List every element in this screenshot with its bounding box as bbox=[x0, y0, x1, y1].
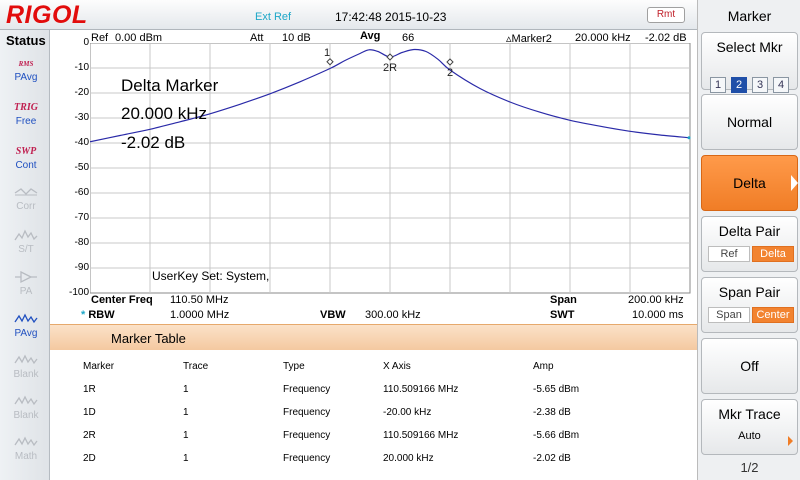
vbw-label: VBW bbox=[320, 309, 346, 321]
delta-pair-button[interactable]: Delta Pair Ref Delta bbox=[701, 216, 798, 272]
col-amp: Amp bbox=[533, 361, 554, 372]
swt-value: 10.000 ms bbox=[632, 309, 684, 321]
status-sweep: SWP Cont bbox=[5, 144, 47, 182]
marker-table: Marker Trace Type X Axis Amp 1R 1 Freque… bbox=[50, 350, 697, 480]
delta-pair-delta-option[interactable]: Delta bbox=[752, 246, 794, 262]
y-tick-label: -70 bbox=[74, 212, 89, 223]
y-tick-label: -80 bbox=[74, 237, 89, 248]
y-tick-label: 0 bbox=[83, 37, 89, 48]
marker-table-title: Marker Table bbox=[111, 331, 186, 346]
rbw-row: * RBW bbox=[81, 309, 115, 321]
swp-icon: SWP bbox=[15, 146, 37, 157]
span-pair-button[interactable]: Span Pair Span Center bbox=[701, 277, 798, 333]
menu-title: Marker bbox=[727, 8, 772, 24]
avg-label: Avg bbox=[360, 30, 381, 42]
y-tick-label: -20 bbox=[74, 87, 89, 98]
page-indicator[interactable]: 1/2 bbox=[698, 460, 800, 475]
userkey-set: UserKey Set: System, bbox=[152, 269, 270, 283]
center-freq-label: Center Freq bbox=[91, 294, 153, 306]
y-tick-label: -50 bbox=[74, 162, 89, 173]
status-trace2: Blank bbox=[5, 353, 47, 391]
title-bar: RIGOL Ext Ref 17:42:48 2015-10-23 Rmt bbox=[0, 0, 697, 30]
softkey-panel: Marker Select Mkr 1234 Normal Delta Delt… bbox=[697, 0, 800, 480]
status-trace1: PAvg bbox=[5, 312, 47, 350]
submenu-arrow-icon bbox=[791, 175, 798, 191]
col-marker: Marker bbox=[83, 361, 115, 372]
swt-label: SWT bbox=[550, 309, 575, 321]
y-tick-label: -90 bbox=[74, 262, 89, 273]
pavg-trace-icon bbox=[5, 312, 47, 328]
off-button[interactable]: Off bbox=[701, 338, 798, 394]
select-mkr-button[interactable]: Select Mkr 1234 bbox=[701, 32, 798, 93]
mkr-trace-value: Auto bbox=[738, 430, 761, 442]
status-st: S/T bbox=[5, 228, 47, 266]
math-trace-icon bbox=[5, 435, 47, 451]
span-pair-center-option[interactable]: Center bbox=[752, 307, 794, 323]
marker-table-header: Marker Table bbox=[50, 324, 697, 350]
col-trace: Trace bbox=[183, 361, 209, 372]
y-tick-label: -10 bbox=[74, 62, 89, 73]
blank-trace-icon bbox=[5, 394, 47, 410]
delta-pair-ref-option[interactable]: Ref bbox=[708, 246, 750, 262]
corr-icon bbox=[5, 185, 47, 201]
st-icon bbox=[5, 228, 47, 244]
marker-label: 2 bbox=[447, 67, 453, 79]
trig-icon: TRIG bbox=[14, 102, 38, 113]
col-xaxis: X Axis bbox=[383, 361, 411, 372]
remote-badge: Rmt bbox=[647, 7, 685, 23]
marker-number-selector: 1234 bbox=[710, 77, 794, 93]
delta-marker-amp: -2.02 dB bbox=[121, 133, 186, 152]
blank-trace-icon bbox=[5, 353, 47, 369]
datetime: 17:42:48 2015-10-23 bbox=[335, 10, 447, 24]
marker-4-option[interactable]: 4 bbox=[773, 77, 789, 93]
center-freq-value: 110.50 MHz bbox=[170, 294, 229, 306]
status-title: Status bbox=[6, 33, 46, 48]
mkr-trace-button[interactable]: Mkr Trace Auto bbox=[701, 399, 798, 455]
y-tick-label: -60 bbox=[74, 187, 89, 198]
status-corr: Corr bbox=[5, 185, 47, 223]
delta-button[interactable]: Delta bbox=[701, 155, 798, 211]
ext-ref-indicator: Ext Ref bbox=[255, 11, 292, 23]
rbw-value: 1.0000 MHz bbox=[170, 309, 230, 321]
span-pair-span-option[interactable]: Span bbox=[708, 307, 750, 323]
status-panel: Status RMS PAvg TRIG Free SWP Cont Corr … bbox=[0, 30, 50, 480]
marker-label: 2R bbox=[383, 62, 397, 74]
brand-logo: RIGOL bbox=[6, 1, 88, 29]
vbw-value: 300.00 kHz bbox=[365, 309, 421, 321]
status-pa: PA bbox=[5, 270, 47, 308]
marker-1-option[interactable]: 1 bbox=[710, 77, 726, 93]
status-detector: RMS PAvg bbox=[5, 56, 47, 94]
status-trace4: Math bbox=[5, 435, 47, 473]
span-value: 200.00 kHz bbox=[628, 294, 684, 306]
normal-button[interactable]: Normal bbox=[701, 94, 798, 150]
delta-marker-title: Delta Marker bbox=[121, 76, 219, 95]
y-tick-label: -40 bbox=[74, 137, 89, 148]
col-type: Type bbox=[283, 361, 305, 372]
marker-3-option[interactable]: 3 bbox=[752, 77, 768, 93]
marker-label: 1 bbox=[324, 47, 330, 59]
pa-icon bbox=[5, 270, 47, 286]
y-tick-label: -100 bbox=[68, 287, 89, 298]
status-trace3: Blank bbox=[5, 394, 47, 432]
auto-star-icon: * bbox=[81, 309, 86, 321]
y-tick-label: -30 bbox=[74, 112, 89, 123]
marker-2-option[interactable]: 2 bbox=[731, 77, 747, 93]
submenu-arrow-icon bbox=[788, 436, 793, 446]
trace-end-dot bbox=[687, 136, 691, 140]
delta-marker-freq: 20.000 kHz bbox=[121, 104, 207, 123]
status-trigger: TRIG Free bbox=[5, 100, 47, 138]
span-label: Span bbox=[550, 294, 577, 306]
rms-icon: RMS bbox=[18, 60, 34, 68]
